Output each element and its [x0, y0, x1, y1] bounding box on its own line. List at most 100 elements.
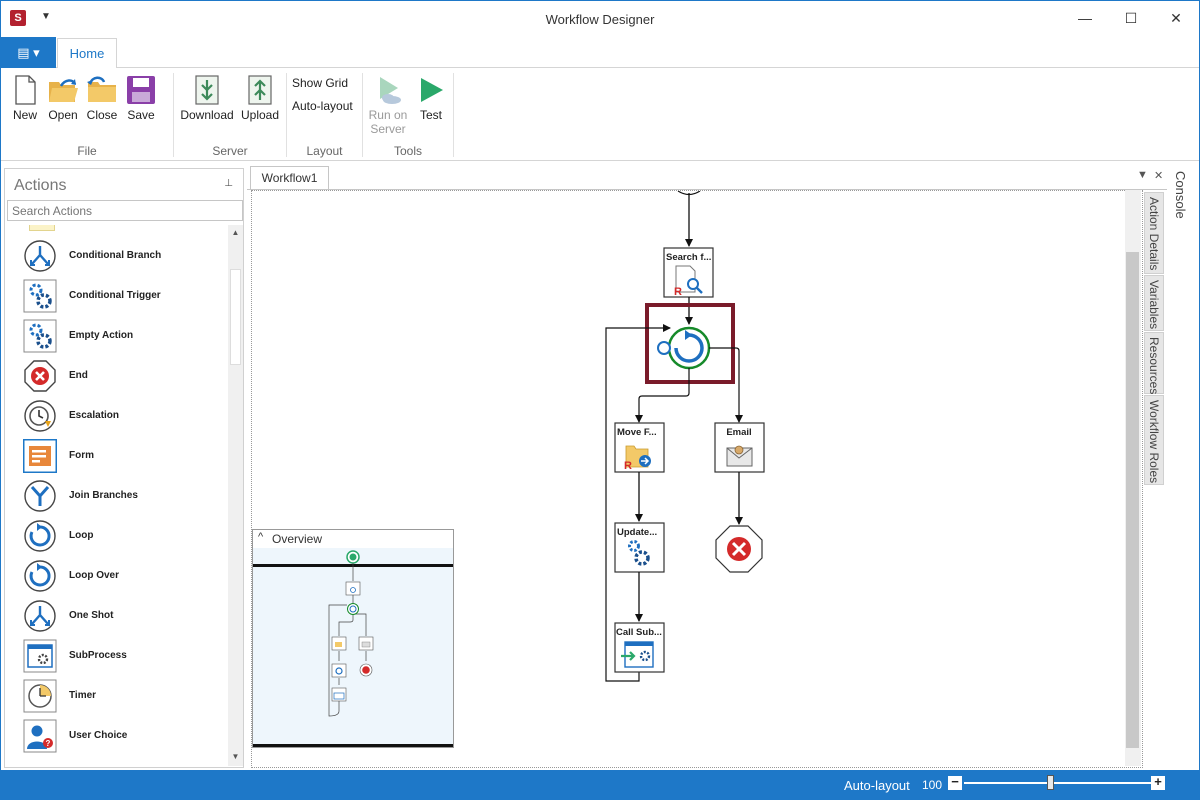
- close-folder-icon: [87, 76, 116, 102]
- action-label: User Choice: [69, 730, 128, 741]
- upload-icon: [248, 75, 272, 105]
- close-button[interactable]: Close: [85, 74, 119, 122]
- node-label: Email: [726, 427, 751, 438]
- application-menu-button[interactable]: ▤ ▾: [1, 37, 56, 68]
- collapse-icon[interactable]: ^: [258, 531, 263, 543]
- tab-resources[interactable]: Resources: [1144, 332, 1164, 394]
- scroll-up-icon[interactable]: ▲: [228, 225, 243, 241]
- action-item-conditional-branch[interactable]: Conditional Branch: [23, 239, 223, 275]
- download-label: Download: [180, 108, 234, 122]
- tab-workflow1[interactable]: Workflow1: [250, 166, 329, 190]
- action-item-timer[interactable]: Timer: [23, 679, 223, 715]
- workflow-node-end[interactable]: [715, 525, 763, 573]
- action-label: Conditional Branch: [69, 250, 162, 261]
- gears-icon: [23, 279, 57, 313]
- document-dropdown-icon[interactable]: ▼: [1137, 169, 1148, 181]
- action-item-escalation[interactable]: Escalation: [23, 399, 223, 435]
- tab-home[interactable]: Home: [57, 38, 117, 69]
- overview-header[interactable]: ^ Overview: [253, 530, 453, 548]
- node-label: Search f...: [666, 252, 711, 263]
- zoom-in-button[interactable]: +: [1151, 775, 1165, 790]
- save-label: Save: [127, 108, 155, 122]
- escalation-clock-icon: [24, 400, 56, 432]
- action-item-one-shot[interactable]: One Shot: [23, 599, 223, 635]
- open-folder-icon: [49, 79, 78, 102]
- action-item-conditional-trigger[interactable]: Conditional Trigger: [23, 279, 223, 315]
- group-label-server: Server: [212, 144, 248, 158]
- loop-back-port[interactable]: [657, 341, 671, 355]
- ribbon: New Open Close Save File Download Upload…: [1, 68, 1199, 161]
- upload-button[interactable]: Upload: [239, 74, 281, 122]
- workflow-node-loop[interactable]: [645, 303, 735, 384]
- action-item-form[interactable]: Form: [23, 439, 223, 475]
- play-icon: [421, 78, 443, 102]
- workflow-node-move[interactable]: Move F... R: [614, 422, 665, 473]
- tab-console[interactable]: Console: [1173, 171, 1188, 219]
- action-item-user-choice[interactable]: ? User Choice: [23, 719, 223, 755]
- run-on-server-button[interactable]: Run on Server: [367, 74, 409, 136]
- overview-minimap[interactable]: [253, 548, 453, 747]
- auto-layout-button[interactable]: Auto-layout: [292, 99, 353, 113]
- svg-text:?: ?: [46, 739, 51, 748]
- join-branches-icon: [24, 480, 56, 512]
- title-bar: S ▼ Workflow Designer — ☐ ✕: [1, 1, 1199, 37]
- auto-layout-status-button[interactable]: Auto-layout: [844, 778, 910, 793]
- close-window-button[interactable]: ✕: [1153, 1, 1199, 35]
- action-item-loop-over[interactable]: Loop Over: [23, 559, 223, 595]
- save-button[interactable]: Save: [125, 74, 157, 122]
- minimize-button[interactable]: —: [1062, 1, 1108, 35]
- scroll-down-icon[interactable]: ▼: [228, 749, 243, 765]
- ribbon-tab-strip: ▤ ▾ Home: [1, 37, 1199, 69]
- workflow-node-search[interactable]: Search f... R: [663, 247, 714, 298]
- overview-minimap-diagram: [253, 550, 453, 747]
- actions-list: Conditional Branch Conditional Trigger E…: [5, 225, 227, 765]
- tab-workflow-roles[interactable]: Workflow Roles: [1144, 395, 1164, 485]
- zoom-slider-thumb[interactable]: [1047, 775, 1054, 790]
- workflow-node-update[interactable]: Update...: [614, 522, 665, 573]
- open-button[interactable]: Open: [45, 74, 81, 122]
- test-button[interactable]: Test: [415, 74, 447, 122]
- tab-action-details[interactable]: Action Details: [1144, 192, 1164, 274]
- action-item-join-branches[interactable]: Join Branches: [23, 479, 223, 515]
- one-shot-icon: [24, 600, 56, 632]
- search-actions-input[interactable]: [7, 200, 243, 221]
- new-document-icon: [15, 75, 36, 105]
- loop-icon: [24, 520, 56, 552]
- close-document-icon[interactable]: ✕: [1154, 169, 1163, 182]
- side-tab-label: Workflow Roles: [1147, 400, 1161, 484]
- zoom-slider-track[interactable]: [964, 782, 1152, 784]
- status-bar: Auto-layout 100 − +: [1, 770, 1199, 800]
- side-tab-label: Resources: [1147, 337, 1161, 395]
- action-item-loop[interactable]: Loop: [23, 519, 223, 555]
- new-button[interactable]: New: [9, 74, 41, 122]
- action-item-empty-action[interactable]: Empty Action: [23, 319, 223, 355]
- pin-icon[interactable]: ⊥: [224, 178, 233, 189]
- svg-text:R: R: [624, 460, 632, 472]
- action-label: Escalation: [69, 410, 120, 421]
- actions-scrollbar[interactable]: ▲ ▼: [228, 225, 243, 766]
- zoom-out-button[interactable]: −: [948, 775, 962, 790]
- action-label: Timer: [69, 690, 97, 701]
- group-separator: [453, 73, 454, 157]
- canvas-scrollbar-thumb[interactable]: [1126, 252, 1139, 748]
- workflow-node-call-sub[interactable]: Call Sub...: [614, 622, 665, 673]
- workflow-node-email[interactable]: Email: [714, 422, 765, 473]
- tab-variables[interactable]: Variables: [1144, 275, 1164, 331]
- actions-panel: Actions ⊥ Conditional Branch Conditional…: [4, 168, 244, 768]
- close-label: Close: [86, 108, 118, 122]
- test-label: Test: [419, 108, 442, 122]
- gears-icon: [23, 319, 57, 353]
- action-item-subprocess[interactable]: SubProcess: [23, 639, 223, 675]
- node-label: Move F...: [617, 427, 657, 438]
- show-grid-button[interactable]: Show Grid: [292, 76, 348, 90]
- scrollbar-thumb[interactable]: [230, 269, 241, 365]
- canvas-scrollbar[interactable]: [1125, 190, 1141, 766]
- user-choice-icon: ?: [23, 719, 57, 753]
- maximize-button[interactable]: ☐: [1108, 1, 1154, 35]
- end-icon: [24, 360, 56, 392]
- action-item-end[interactable]: End: [23, 359, 223, 395]
- download-button[interactable]: Download: [179, 74, 235, 122]
- save-disk-icon: [127, 76, 155, 104]
- action-label: Empty Action: [69, 330, 134, 341]
- run-on-server-icon: [380, 77, 401, 104]
